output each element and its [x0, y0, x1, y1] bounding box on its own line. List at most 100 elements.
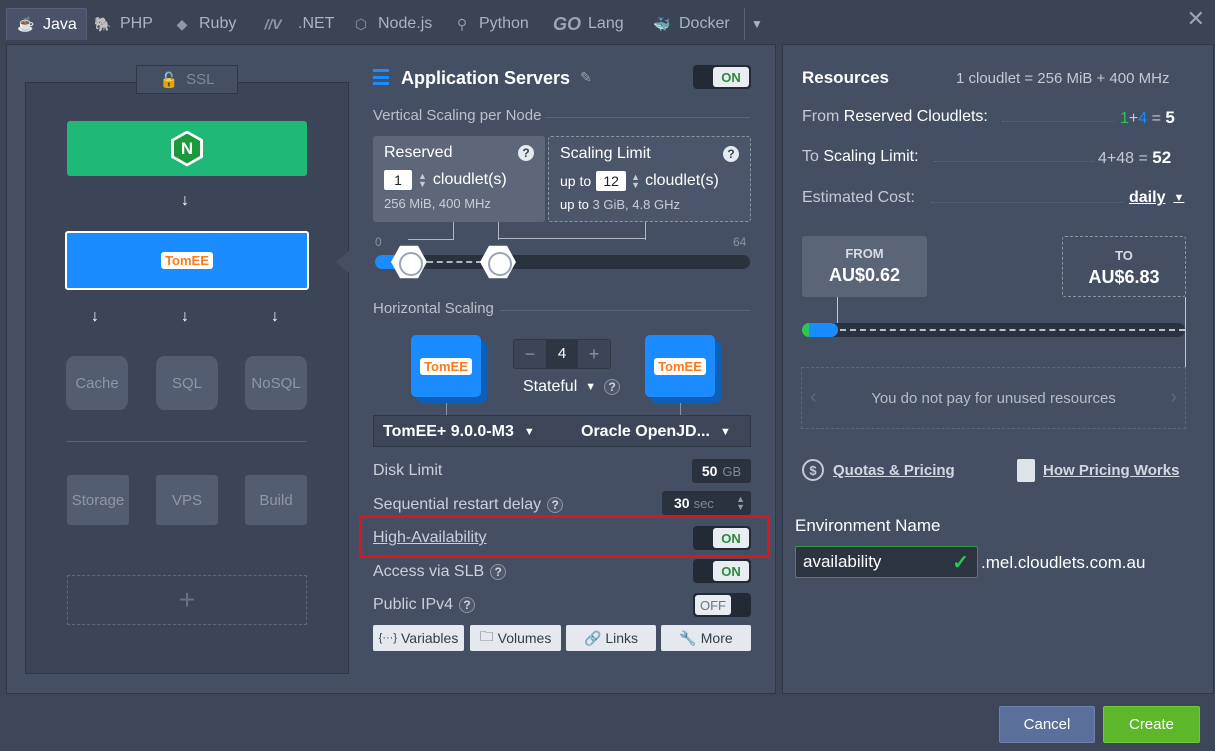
volumes-button[interactable]: 🗀 Volumes — [470, 625, 561, 651]
more-tabs-dropdown[interactable]: ▼ — [744, 8, 763, 40]
more-button[interactable]: 🔧 More — [661, 625, 751, 651]
stateful-dropdown[interactable]: Stateful ▼ ? — [523, 378, 621, 396]
restart-delay-row: Sequential restart delay? — [373, 496, 564, 514]
slider-connector — [408, 222, 454, 240]
price-range-fill — [802, 323, 838, 337]
env-name-input[interactable]: availability ✓ — [795, 546, 978, 578]
disk-limit-input[interactable]: 50 GB — [692, 459, 751, 483]
quotas-pricing-link[interactable]: Quotas & Pricing — [833, 462, 955, 479]
spinner-icon[interactable]: ▲ ▼ — [631, 173, 640, 190]
tomee-node-tile[interactable]: TomEE — [645, 335, 715, 397]
price-range-dash — [840, 329, 1185, 331]
arrow-down-icon: ↓ — [181, 308, 189, 325]
php-elephant-icon: 🐘 — [94, 15, 112, 32]
ipv4-toggle[interactable]: OFF — [693, 593, 751, 617]
estimated-cost-label: Estimated Cost: — [802, 189, 915, 206]
app-servers-toggle[interactable]: ON — [693, 65, 751, 89]
variables-button[interactable]: {···} Variables — [373, 625, 464, 651]
jdk-dropdown[interactable]: Oracle OpenJD... ▼ — [581, 423, 731, 441]
ssl-toggle[interactable]: 🔓 SSL — [136, 65, 238, 94]
slider-range-dash — [427, 261, 482, 263]
minus-icon[interactable]: − — [514, 344, 546, 365]
price-connector — [1185, 297, 1186, 367]
docker-icon: 🐳 — [653, 15, 671, 32]
close-icon[interactable]: ✕ — [1187, 6, 1205, 32]
plus-icon[interactable]: + — [578, 344, 610, 365]
java-icon: ☕ — [17, 16, 35, 32]
vps-node[interactable]: VPS — [156, 475, 218, 525]
tomee-logo-icon: TomEE — [420, 357, 472, 375]
arrow-down-icon: ↓ — [181, 192, 189, 209]
braces-icon: {···} — [378, 632, 397, 644]
reserved-cloudlets-input[interactable]: 1 — [384, 170, 412, 190]
scaling-limit-card: Scaling Limit ? up to 12 ▲ ▼ cloudlet(s) … — [548, 136, 751, 222]
server-version-dropdown[interactable]: TomEE+ 9.0.0-M3 ▼ — [383, 423, 535, 441]
storage-node[interactable]: Storage — [67, 475, 129, 525]
dotted-leader — [934, 161, 1094, 162]
connector — [680, 403, 681, 415]
cancel-button[interactable]: Cancel — [999, 706, 1095, 743]
slb-row: Access via SLB? — [373, 563, 507, 581]
nosql-node[interactable]: NoSQL — [245, 356, 307, 410]
caret-down-icon: ▼ — [585, 381, 597, 393]
lock-icon: 🔓 — [159, 71, 179, 89]
slider-connector — [498, 238, 646, 239]
caret-down-icon: ▼ — [1173, 192, 1185, 204]
link-icon: 🔗 — [583, 629, 602, 646]
cache-node[interactable]: Cache — [66, 356, 128, 410]
sql-node[interactable]: SQL — [156, 356, 218, 410]
divider — [545, 117, 750, 118]
tab-python[interactable]: ⚲ Python — [452, 8, 529, 40]
slb-toggle[interactable]: ON — [693, 559, 751, 583]
tab-nodejs[interactable]: ⬡ Node.js — [351, 8, 432, 40]
dotted-leader — [1002, 121, 1114, 122]
env-name-label: Environment Name — [795, 516, 941, 535]
ruby-icon: ◆ — [176, 15, 188, 32]
app-server-node[interactable]: TomEE — [65, 231, 309, 290]
edit-pencil-icon[interactable]: ✎ — [580, 69, 592, 86]
chevron-left-icon[interactable]: ‹ — [810, 386, 817, 409]
spinner-icon[interactable]: ▲ ▼ — [736, 495, 745, 512]
create-button[interactable]: Create — [1103, 706, 1200, 743]
horizontal-scaling-label: Horizontal Scaling — [373, 300, 494, 317]
cost-period-dropdown[interactable]: daily ▼ — [1129, 189, 1184, 207]
checkmark-icon: ✓ — [952, 551, 969, 574]
balancer-node[interactable]: N — [67, 121, 307, 176]
chevron-right-icon[interactable]: › — [1170, 386, 1177, 409]
tab-php[interactable]: 🐘 PHP — [93, 8, 153, 40]
document-icon — [1017, 459, 1035, 482]
python-icon: ⚲ — [456, 15, 468, 32]
help-icon[interactable]: ? — [604, 379, 621, 395]
help-icon[interactable]: ? — [547, 497, 564, 513]
tab-docker[interactable]: 🐳 Docker — [652, 8, 729, 40]
links-button[interactable]: 🔗 Links — [566, 625, 656, 651]
help-icon[interactable]: ? — [723, 146, 739, 162]
help-icon[interactable]: ? — [518, 145, 534, 161]
help-icon[interactable]: ? — [459, 597, 476, 613]
tab-java[interactable]: ☕ Java — [6, 8, 87, 40]
help-icon[interactable]: ? — [490, 564, 507, 580]
tomee-node-tile[interactable]: TomEE — [411, 335, 481, 397]
how-pricing-works-link[interactable]: How Pricing Works — [1043, 462, 1179, 479]
node-count-stepper[interactable]: − 4 + — [513, 339, 611, 369]
scaling-limit-input[interactable]: 12 — [596, 171, 627, 191]
nginx-icon: N — [171, 130, 203, 167]
resources-title: Resources — [802, 68, 889, 87]
tab-go[interactable]: GO Lang — [553, 8, 624, 40]
spinner-icon[interactable]: ▲ ▼ — [418, 172, 427, 189]
reserved-cloudlets-label: From Reserved Cloudlets: — [802, 108, 988, 125]
connector — [446, 403, 447, 415]
tomee-logo-icon: TomEE — [654, 357, 706, 375]
restart-delay-input[interactable]: 30 sec ▲ ▼ — [662, 491, 751, 515]
tab-dotnet[interactable]: //V .NET — [255, 8, 334, 40]
scaling-limit-label: To Scaling Limit: — [802, 148, 919, 165]
env-domain-suffix: .mel.cloudlets.com.au — [981, 553, 1146, 572]
tab-bar: ☕ Java 🐘 PHP ◆ Ruby //V .NET ⬡ Node.js ⚲ Pytho… — [0, 0, 1215, 46]
divider — [66, 441, 306, 442]
build-node[interactable]: Build — [245, 475, 307, 525]
tab-ruby[interactable]: ◆ Ruby — [172, 8, 237, 40]
add-node-button[interactable]: + — [67, 575, 307, 625]
highlight-box — [359, 515, 770, 558]
price-from-box: FROM AU$0.62 — [802, 236, 927, 297]
chevron-down-icon: ▼ — [751, 17, 763, 31]
